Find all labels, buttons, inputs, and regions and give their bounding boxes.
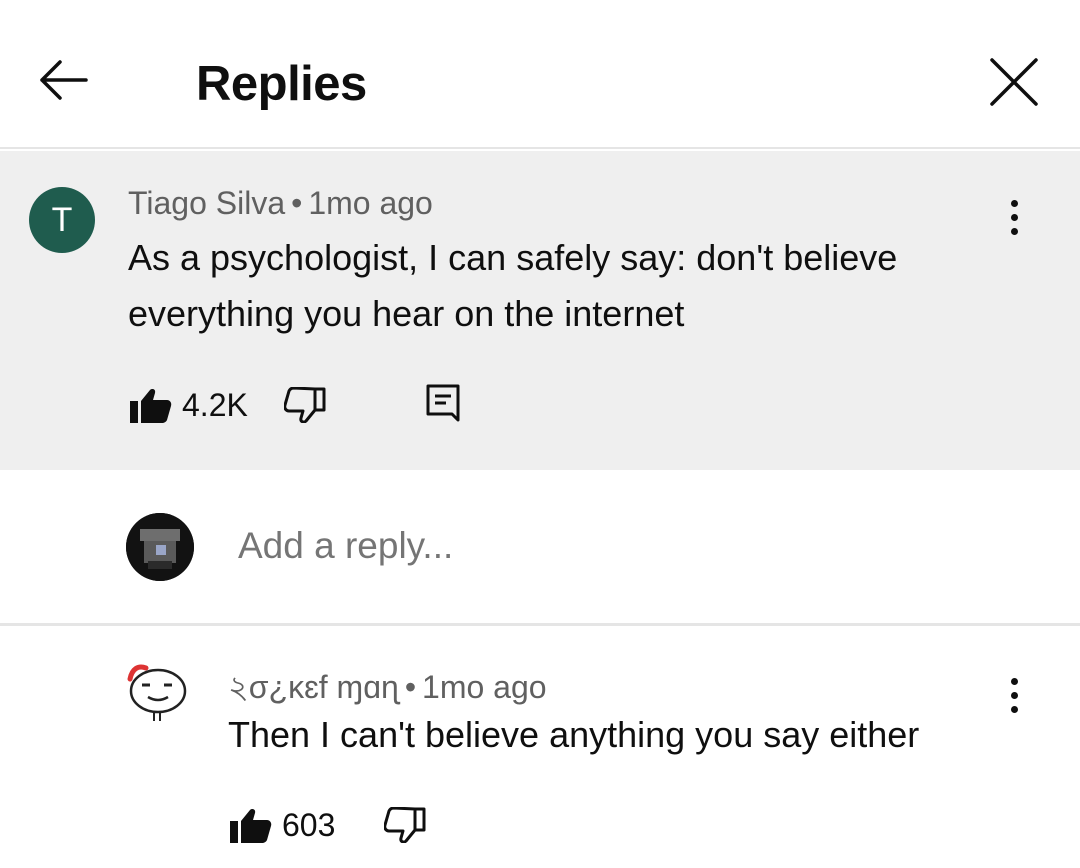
reply-button[interactable] bbox=[426, 384, 460, 424]
dislike-button[interactable] bbox=[284, 387, 326, 423]
comment-text: As a psychologist, I can safely say: don… bbox=[128, 237, 898, 334]
thumb-down-icon bbox=[384, 807, 426, 843]
thumb-up-filled-icon bbox=[130, 388, 172, 423]
meta-separator: • bbox=[404, 669, 417, 705]
more-vert-icon bbox=[1010, 199, 1018, 235]
meta-separator: • bbox=[291, 185, 303, 221]
close-icon bbox=[990, 58, 1038, 106]
comment-meta: Tiago Silva • 1mo ago bbox=[128, 185, 433, 222]
comment-time: 1mo ago bbox=[422, 669, 547, 705]
like-count: 4.2K bbox=[182, 387, 248, 423]
parent-comment: T Tiago Silva • 1mo ago As a psychologist,… bbox=[0, 151, 1080, 470]
page-title: Replies bbox=[196, 57, 367, 111]
rocket-man-avatar-icon bbox=[127, 664, 187, 721]
more-options-button[interactable] bbox=[994, 187, 1034, 247]
like-button[interactable]: 4.2K bbox=[130, 387, 248, 424]
avatar[interactable]: T bbox=[29, 187, 95, 253]
back-arrow-icon bbox=[40, 60, 88, 100]
comment-author[interactable]: ২σ¿κɛf ɱɑɳ bbox=[228, 669, 399, 705]
close-button[interactable] bbox=[982, 50, 1046, 114]
reply-comment: ২σ¿κɛf ɱɑɳ • 1mo ago Then I can't believe … bbox=[0, 629, 1080, 868]
like-button[interactable]: 603 bbox=[230, 807, 335, 844]
reply-input[interactable] bbox=[238, 525, 938, 567]
thumb-up-filled-icon bbox=[230, 808, 272, 843]
comment-text: Then I can't believe anything you say ei… bbox=[228, 714, 920, 755]
like-count: 603 bbox=[282, 807, 336, 843]
comment-time: 1mo ago bbox=[308, 185, 433, 221]
more-options-button[interactable] bbox=[994, 665, 1034, 725]
back-button[interactable] bbox=[30, 52, 94, 108]
comment-reply-icon bbox=[426, 384, 460, 422]
avatar[interactable] bbox=[124, 661, 190, 727]
thumb-down-icon bbox=[284, 387, 326, 423]
user-avatar-image bbox=[126, 513, 194, 581]
dislike-button[interactable] bbox=[384, 807, 426, 843]
comment-author[interactable]: Tiago Silva bbox=[128, 185, 285, 221]
header: Replies bbox=[0, 0, 1080, 149]
more-vert-icon bbox=[1010, 677, 1018, 713]
avatar[interactable] bbox=[126, 513, 194, 581]
reply-composer bbox=[0, 470, 1080, 626]
